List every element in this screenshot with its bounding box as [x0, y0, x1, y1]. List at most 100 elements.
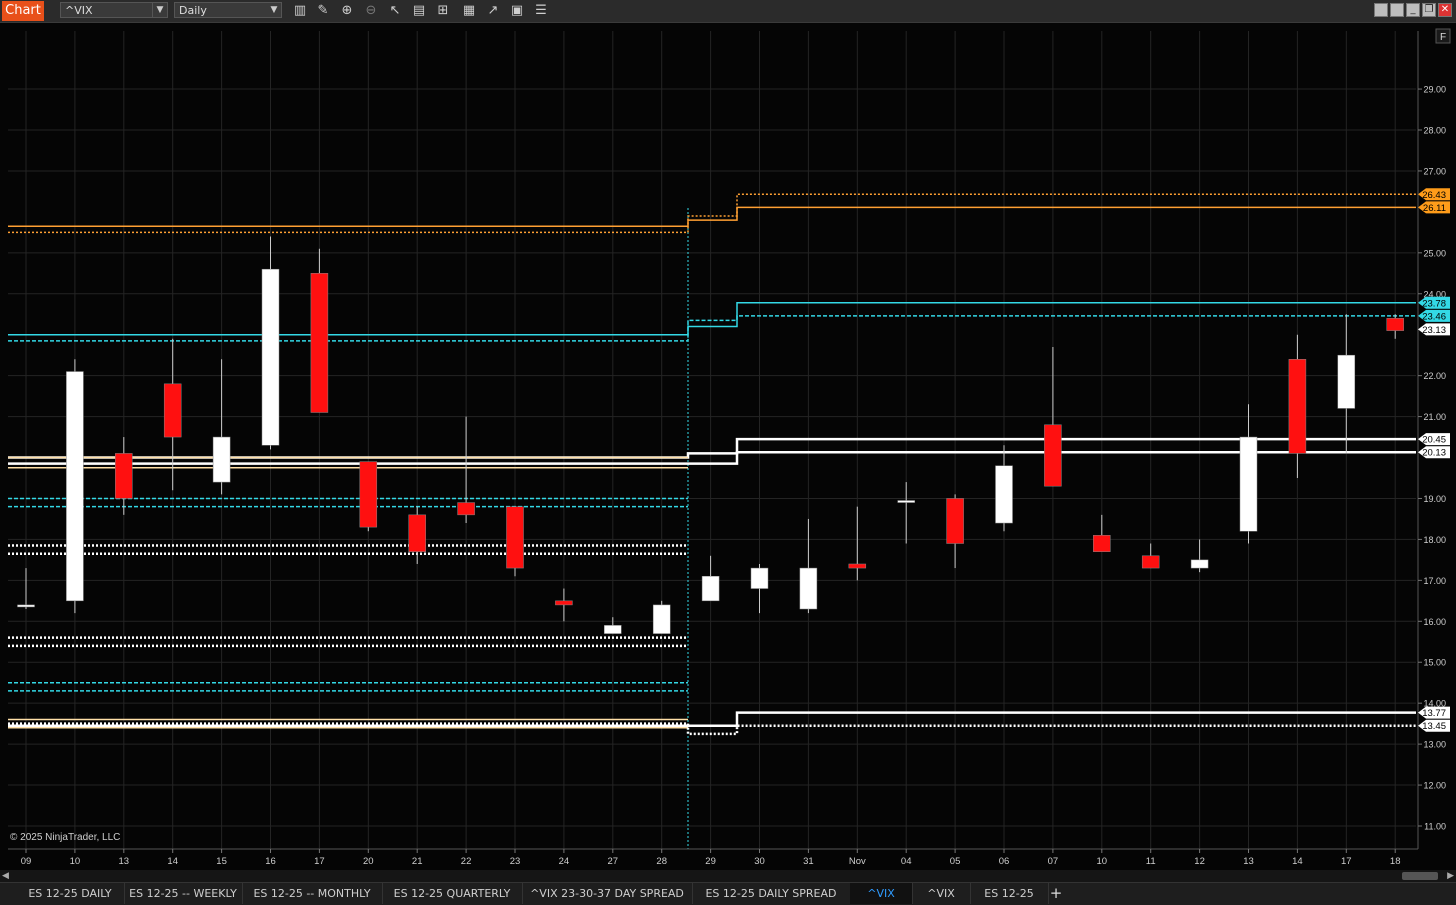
strategies-icon[interactable]: ↗	[484, 2, 502, 20]
pointer-icon[interactable]: ↖	[386, 2, 404, 20]
y-tick-label: 25.00	[1423, 248, 1446, 258]
price-marker: 23.78	[1418, 296, 1450, 309]
tab-es-daily[interactable]: ES 12-25 DAILY	[16, 883, 125, 904]
candle-body	[17, 604, 35, 608]
x-tick-label: 16	[265, 856, 276, 867]
x-tick-label: 30	[754, 856, 765, 867]
minimize-icon[interactable]: _	[1406, 3, 1420, 17]
y-tick-label: 28.00	[1423, 126, 1446, 136]
candle-body	[457, 502, 475, 516]
tab-es-monthly[interactable]: ES 12-25 -- MONTHLY	[242, 883, 383, 904]
x-tick-label: 13	[1243, 856, 1254, 867]
scroll-left-icon[interactable]: ◀	[2, 870, 9, 882]
price-marker: 23.46	[1418, 309, 1450, 322]
tile-icon[interactable]	[1374, 3, 1388, 17]
chevron-down-icon[interactable]: ▼	[152, 3, 167, 17]
x-tick-label: 31	[803, 856, 814, 867]
tab-vix-active[interactable]: ^VIX	[850, 883, 913, 904]
price-marker-label: 23.13	[1422, 325, 1446, 336]
x-tick-label: 27	[608, 856, 619, 867]
x-tick-label: 14	[1292, 856, 1303, 867]
instrument-value: ^VIX	[65, 4, 93, 17]
x-tick-label: 18	[1390, 856, 1401, 867]
templates-icon[interactable]: ⊞	[434, 2, 452, 20]
candle-body	[604, 625, 622, 634]
add-tab-button[interactable]: +	[1048, 883, 1064, 904]
candle-body	[799, 567, 818, 610]
tab-es-weekly[interactable]: ES 12-25 -- WEEKLY	[124, 883, 243, 904]
price-marker-label: 23.46	[1422, 311, 1446, 322]
x-tick-label: 11	[1146, 856, 1156, 867]
candle	[652, 600, 671, 634]
price-marker-label: 26.43	[1422, 190, 1446, 201]
zoom-out-icon[interactable]: ⊖	[362, 2, 380, 20]
candle-body	[163, 383, 182, 438]
candle-body	[1093, 535, 1111, 552]
price-chart[interactable]: 29.0028.0027.0025.0024.0022.0021.0019.00…	[0, 23, 1456, 870]
x-tick-label: 09	[21, 856, 32, 867]
horizontal-scrollbar[interactable]: ◀ ▶	[0, 870, 1456, 882]
x-tick-label: 29	[705, 856, 716, 867]
x-tick-label: Nov	[849, 856, 866, 867]
draw-pencil-icon[interactable]: ✎	[314, 2, 332, 20]
price-marker-label: 20.13	[1422, 448, 1446, 459]
candle-body	[1141, 555, 1160, 569]
x-tick-label: 24	[559, 856, 570, 867]
y-tick-label: 17.00	[1423, 576, 1446, 586]
more-icon[interactable]: ☰	[532, 2, 550, 20]
close-icon[interactable]: ✕	[1438, 3, 1452, 17]
candle-body	[946, 498, 964, 544]
candle-body	[1044, 424, 1062, 487]
candle-body	[1337, 354, 1356, 409]
candle-body	[212, 436, 231, 483]
indicators-icon[interactable]: ▦	[460, 2, 478, 20]
tab-es-quarterly[interactable]: ES 12-25 QUARTERLY	[382, 883, 523, 904]
x-tick-label: 17	[314, 856, 325, 867]
candle-body	[115, 453, 133, 499]
tab-vix[interactable]: ^VIX	[912, 883, 971, 904]
zoom-in-icon[interactable]: ⊕	[338, 2, 356, 20]
price-marker: 26.11	[1418, 201, 1450, 214]
tile-icon[interactable]	[1390, 3, 1404, 17]
instrument-selector[interactable]: ^VIX ▼	[60, 2, 168, 18]
candle	[66, 359, 84, 614]
candle	[506, 506, 524, 577]
candle-body	[1190, 559, 1209, 569]
x-tick-label: 07	[1048, 856, 1059, 867]
window-title: Chart	[2, 1, 44, 21]
chart-tab-bar: ES 12-25 DAILY ES 12-25 -- WEEKLY ES 12-…	[0, 882, 1456, 905]
scroll-right-icon[interactable]: ▶	[1447, 870, 1454, 882]
tab-vix-spread[interactable]: ^VIX 23-30-37 DAY SPREAD	[522, 883, 693, 904]
price-marker-label: 13.45	[1422, 721, 1446, 732]
candle-body	[652, 604, 671, 634]
y-tick-label: 22.00	[1423, 371, 1446, 381]
scroll-thumb[interactable]	[1402, 872, 1438, 880]
interval-value: Daily	[179, 4, 207, 17]
candle	[359, 461, 378, 532]
x-tick-label: 14	[167, 856, 178, 867]
bar-type-icon[interactable]: ▥	[291, 2, 309, 20]
tab-es[interactable]: ES 12-25	[970, 883, 1049, 904]
candle-body	[310, 273, 329, 413]
y-tick-label: 16.00	[1423, 617, 1446, 627]
properties-icon[interactable]: ▤	[410, 2, 428, 20]
candle-body	[701, 576, 720, 602]
x-tick-label: 21	[412, 856, 423, 867]
x-tick-label: 10	[1097, 856, 1108, 867]
tab-es-daily-spread[interactable]: ES 12-25 DAILY SPREAD	[692, 883, 851, 904]
price-marker-label: 13.77	[1422, 708, 1446, 719]
x-tick-label: 12	[1194, 856, 1205, 867]
price-marker: 26.43	[1418, 188, 1450, 201]
price-marker: 23.13	[1418, 323, 1450, 336]
candle	[310, 248, 329, 413]
y-tick-label: 18.00	[1423, 535, 1446, 545]
data-box-icon[interactable]: ▣	[508, 2, 526, 20]
candle-body	[1288, 359, 1307, 454]
interval-selector[interactable]: Daily ▼	[174, 2, 282, 18]
x-tick-label: 23	[510, 856, 521, 867]
price-marker-label: 20.45	[1422, 435, 1446, 446]
chevron-down-icon[interactable]: ▼	[267, 3, 281, 17]
y-tick-label: 11.00	[1424, 822, 1446, 832]
x-tick-label: 15	[216, 856, 227, 867]
restore-icon[interactable]: ❐	[1422, 3, 1436, 17]
